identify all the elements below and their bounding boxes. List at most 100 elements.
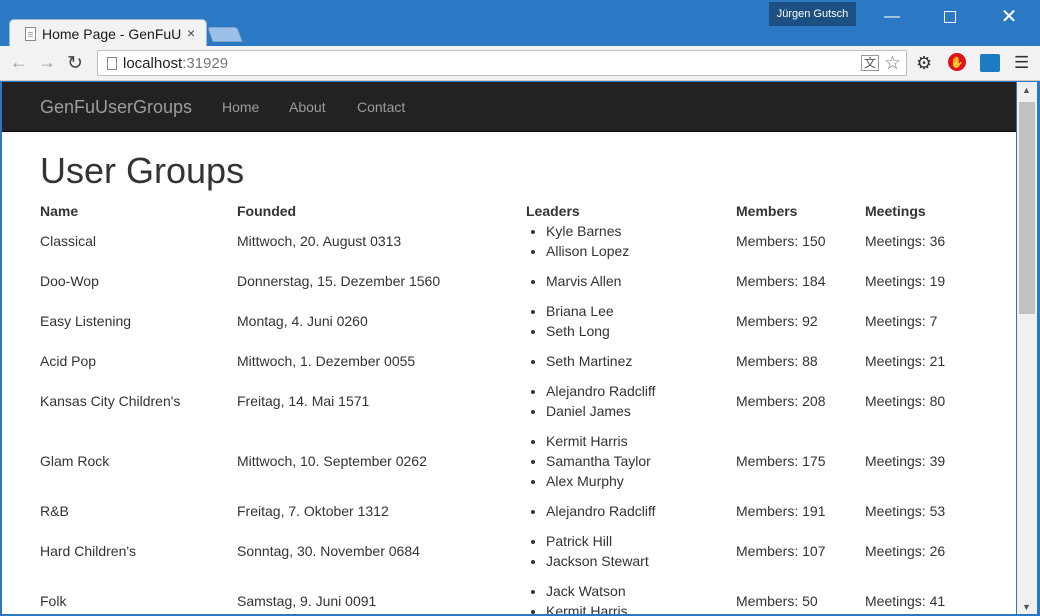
founded-date: Freitag, 7. Oktober 1312 xyxy=(237,503,389,519)
meetings-count: Meetings: 7 xyxy=(865,313,938,329)
group-name: Easy Listening xyxy=(40,313,132,329)
founded-date: Freitag, 14. Mai 1571 xyxy=(237,393,370,409)
column-header-name: Name xyxy=(40,203,79,219)
group-name: Doo-Wop xyxy=(40,273,99,289)
page-title: User Groups xyxy=(40,150,245,191)
scroll-down-arrow-icon[interactable]: ▼ xyxy=(1022,602,1031,612)
browser-titlebar: Home Page - GenFuUserGroups × Jürgen Gut… xyxy=(0,0,1040,47)
members-count: Members: 88 xyxy=(736,353,818,369)
group-name: Classical xyxy=(40,233,97,249)
founded-date: Samstag, 9. Juni 0091 xyxy=(237,593,377,609)
leaders-list: Briana LeeSeth Long xyxy=(546,301,614,341)
column-header-meetings: Meetings xyxy=(865,203,926,219)
meetings-count: Meetings: 53 xyxy=(865,503,946,519)
leaders-list: Jack WatsonKermit Harris xyxy=(546,581,628,614)
page-info-icon[interactable] xyxy=(107,57,117,70)
scrollbar-thumb[interactable] xyxy=(1019,102,1035,314)
group-name: R&B xyxy=(40,503,69,519)
minimize-button[interactable]: — xyxy=(872,6,912,28)
members-count: Members: 191 xyxy=(736,503,826,519)
leaders-list: Patrick HillJackson Stewart xyxy=(546,531,649,571)
leader-item: Kyle Barnes xyxy=(546,221,629,241)
url-text[interactable]: localhost:31929 xyxy=(123,55,228,72)
group-name: Acid Pop xyxy=(40,353,97,369)
scroll-up-arrow-icon[interactable]: ▲ xyxy=(1022,85,1031,95)
meetings-count: Meetings: 80 xyxy=(865,393,946,409)
members-count: Members: 184 xyxy=(736,273,826,289)
translate-icon[interactable]: 文 xyxy=(860,55,879,71)
leaders-list: Kyle BarnesAllison Lopez xyxy=(546,221,629,261)
maximize-icon xyxy=(944,11,956,23)
leader-item: Alejandro Radcliff xyxy=(546,501,655,521)
leaders-list: Seth Martinez xyxy=(546,351,632,371)
url-port: :31929 xyxy=(182,55,229,72)
group-name: Hard Children's xyxy=(40,543,137,559)
meetings-count: Meetings: 19 xyxy=(865,273,946,289)
leader-item: Seth Long xyxy=(546,321,614,341)
page-icon xyxy=(25,27,36,41)
nav-link-contact[interactable]: Contact xyxy=(357,99,405,115)
group-name: Folk xyxy=(40,593,67,609)
navbar-brand[interactable]: GenFuUserGroups xyxy=(40,97,192,118)
leader-item: Briana Lee xyxy=(546,301,614,321)
members-count: Members: 92 xyxy=(736,313,818,329)
leader-item: Alex Murphy xyxy=(546,471,651,491)
stop-hand-icon[interactable]: ✋ xyxy=(948,53,966,71)
tab-title: Home Page - GenFuUserGroups xyxy=(42,26,182,42)
leaders-list: Alejandro RadcliffDaniel James xyxy=(546,381,655,421)
column-header-members: Members xyxy=(736,203,798,219)
vertical-scrollbar[interactable]: ▲ ▼ xyxy=(1017,82,1037,614)
meetings-count: Meetings: 36 xyxy=(865,233,946,249)
meetings-count: Meetings: 26 xyxy=(865,543,946,559)
members-count: Members: 50 xyxy=(736,593,818,609)
founded-date: Mittwoch, 10. September 0262 xyxy=(237,453,427,469)
leader-item: Patrick Hill xyxy=(546,531,649,551)
leader-item: Jack Watson xyxy=(546,581,628,601)
nav-link-home[interactable]: Home xyxy=(222,99,259,115)
founded-date: Sonntag, 30. November 0684 xyxy=(237,543,420,559)
group-name: Kansas City Children's xyxy=(40,393,181,409)
nav-link-about[interactable]: About xyxy=(289,99,326,115)
meetings-count: Meetings: 39 xyxy=(865,453,946,469)
leader-item: Samantha Taylor xyxy=(546,451,651,471)
members-count: Members: 107 xyxy=(736,543,826,559)
site-navbar: GenFuUserGroups Home About Contact xyxy=(2,82,1016,132)
founded-date: Mittwoch, 20. August 0313 xyxy=(237,233,402,249)
members-count: Members: 175 xyxy=(736,453,826,469)
leader-item: Kermit Harris xyxy=(546,431,651,451)
meetings-count: Meetings: 21 xyxy=(865,353,946,369)
meetings-count: Meetings: 41 xyxy=(865,593,946,609)
back-arrow-icon[interactable]: ← xyxy=(10,52,28,73)
browser-toolbar: ← → ↻ localhost:31929 文 ☆ ⚙ ✋ ☰ xyxy=(0,46,1040,81)
reload-icon[interactable]: ↻ xyxy=(67,52,83,75)
browser-tab-active[interactable]: Home Page - GenFuUserGroups × xyxy=(9,19,207,47)
maximize-button[interactable] xyxy=(930,6,970,28)
leader-item: Seth Martinez xyxy=(546,351,632,371)
close-tab-icon[interactable]: × xyxy=(187,25,195,41)
leader-item: Alejandro Radcliff xyxy=(546,381,655,401)
leader-item: Jackson Stewart xyxy=(546,551,649,571)
leaders-list: Marvis Allen xyxy=(546,271,621,291)
founded-date: Mittwoch, 1. Dezember 0055 xyxy=(237,353,416,369)
members-count: Members: 208 xyxy=(736,393,826,409)
forward-arrow-icon[interactable]: → xyxy=(38,52,56,73)
address-bar[interactable]: localhost:31929 文 ☆ xyxy=(97,50,907,76)
group-name: Glam Rock xyxy=(40,453,110,469)
bookmark-star-icon[interactable]: ☆ xyxy=(884,52,901,75)
close-window-button[interactable]: ✕ xyxy=(989,6,1029,28)
menu-icon[interactable]: ☰ xyxy=(1014,53,1029,73)
extension-box-icon[interactable] xyxy=(980,54,1000,72)
gear-icon[interactable]: ⚙ xyxy=(916,53,932,73)
leaders-list: Alejandro Radcliff xyxy=(546,501,655,521)
column-header-founded: Founded xyxy=(237,203,297,219)
leader-item: Kermit Harris xyxy=(546,601,628,614)
url-host: localhost xyxy=(123,55,183,72)
leader-item: Daniel James xyxy=(546,401,655,421)
profile-button[interactable]: Jürgen Gutsch xyxy=(769,2,856,26)
founded-date: Montag, 4. Juni 0260 xyxy=(237,313,368,329)
new-tab-button[interactable] xyxy=(207,27,243,42)
leader-item: Marvis Allen xyxy=(546,271,621,291)
members-count: Members: 150 xyxy=(736,233,826,249)
page-viewport: GenFuUserGroups Home About Contact User … xyxy=(2,82,1016,614)
column-header-leaders: Leaders xyxy=(526,203,580,219)
